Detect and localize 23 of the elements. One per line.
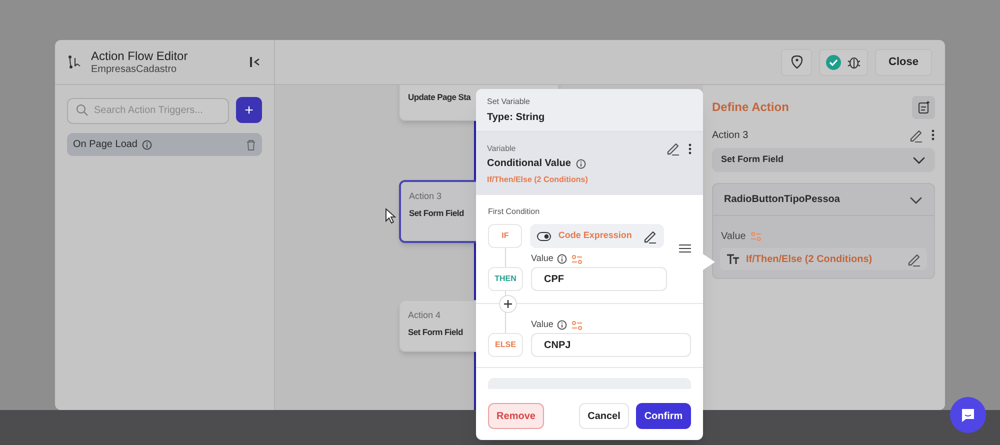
node-title: Set Form Field — [408, 326, 463, 338]
node-label: Action 3 — [409, 190, 442, 203]
trigger-label: On Page Load — [73, 138, 138, 152]
action-label: Action 3 — [712, 128, 750, 142]
window-title: Action Flow Editor — [91, 48, 189, 62]
value-label: Value — [531, 252, 554, 266]
condition-badge: IF — [488, 224, 522, 248]
condition-badge: THEN — [488, 267, 523, 291]
node-label: Action 4 — [408, 309, 441, 322]
popup-label: Set Variable — [487, 96, 531, 108]
variable-name: Conditional Value — [487, 157, 571, 171]
condition-title: First Condition — [488, 206, 541, 218]
value-label: Value — [721, 230, 746, 244]
field-name: RadioButtonTipoPessoa — [724, 193, 841, 207]
variable-label: Variable — [487, 142, 517, 154]
node-title: Update Page Sta — [408, 91, 471, 104]
panel-title: Define Action — [712, 99, 789, 116]
variable-value: If/Then/Else (2 Conditions) — [487, 174, 589, 186]
value-label: Value — [531, 318, 554, 332]
popup-title: Type: String — [487, 110, 546, 124]
node-title: Set Form Field — [409, 206, 464, 220]
condition-badge: ELSE — [488, 333, 523, 357]
window-subtitle: EmpresasCadastro — [91, 62, 178, 76]
